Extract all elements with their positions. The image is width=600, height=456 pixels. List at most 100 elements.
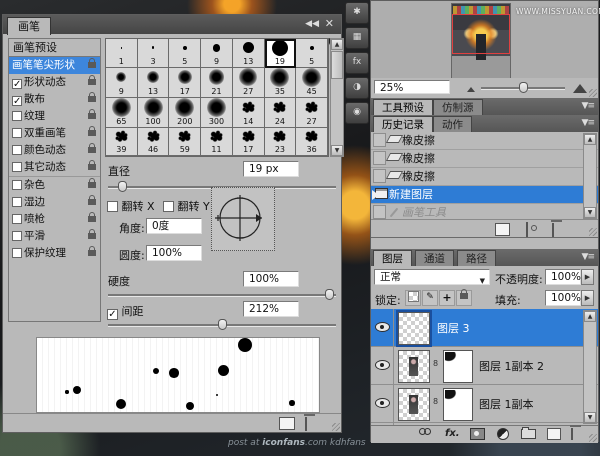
slider-thumb[interactable] [519,82,528,93]
hardness-slider[interactable] [108,289,336,301]
tab-brush[interactable]: 画笔 [7,17,51,35]
brush-setting-item[interactable]: ✓ 形状动态 [9,74,100,91]
fill-spinner[interactable]: ▶ [581,290,594,306]
checkbox[interactable] [12,162,22,172]
brush-preset[interactable]: 19 [264,39,297,68]
checkbox[interactable] [12,128,22,138]
add-layer-mask-button[interactable] [470,428,485,443]
checkbox[interactable] [12,248,22,258]
delete-layer-button[interactable] [571,428,573,440]
new-brush-button[interactable] [279,417,295,430]
tab-tool-presets[interactable]: 工具预设 [373,99,433,116]
opacity-spinner[interactable]: ▶ [581,269,594,285]
checkbox[interactable] [12,145,22,155]
navigator-viewbox[interactable] [452,14,510,54]
navigator-thumbnail[interactable] [451,3,511,79]
tab-history[interactable]: 历史记录 [373,116,433,133]
brush-presets-button[interactable]: 画笔预设 [9,39,100,57]
layer-thumbnail[interactable] [398,388,430,421]
scroll-up-icon[interactable]: ▲ [331,39,343,50]
brush-preset[interactable]: 100 [137,97,170,128]
flip-x-checkbox[interactable]: 翻转 X [107,198,155,214]
checkbox[interactable]: ✓ [12,96,22,107]
blend-mode-select[interactable]: 正常 ▼ [374,269,490,285]
checkbox[interactable] [12,197,22,207]
checkbox[interactable]: ✓ [12,79,22,90]
scrollbar-thumb[interactable] [331,51,343,79]
panel-menu-icon[interactable]: ▼≡ [582,118,596,128]
delete-brush-button[interactable] [305,417,319,431]
brush-setting-item[interactable]: 双重画笔 [9,125,100,142]
brush-setting-item[interactable]: 其它动态 [9,159,100,176]
new-adjustment-layer-button[interactable] [497,428,509,443]
slider-thumb[interactable] [117,181,127,192]
brush-setting-item[interactable]: 画笔笔尖形状 [9,57,100,74]
brush-setting-item[interactable]: ✓ 散布 [9,91,100,108]
brush-preset[interactable]: 9 [201,39,233,68]
panel-menu-icon[interactable]: ▼≡ [582,252,596,262]
history-item[interactable]: 橡皮擦 [371,132,598,150]
brush-setting-item[interactable]: 湿边 [9,194,100,211]
roundness-value[interactable]: 100% [146,245,202,261]
tab-clone-source[interactable]: 仿制源 [433,99,483,116]
history-source-checkbox[interactable] [373,151,386,165]
brush-preset[interactable]: 59 [169,127,202,156]
brush-setting-item[interactable]: 纹理 [9,108,100,125]
tab-channels[interactable]: 通道 [415,250,454,267]
brush-preset[interactable]: 14 [232,97,265,128]
brush-preset[interactable]: 200 [169,97,202,128]
brush-angle-control[interactable] [211,187,275,251]
diameter-value[interactable]: 19 px [243,161,299,177]
hardness-value[interactable]: 100% [243,271,299,287]
brush-preset[interactable]: 39 [106,127,138,156]
brush-preset[interactable]: 17 [169,67,202,98]
brush-preset[interactable]: 11 [201,127,233,156]
slider-thumb[interactable] [218,319,227,330]
checkbox[interactable] [12,111,22,121]
brush-grid-scrollbar[interactable]: ▲ ▼ [330,38,344,157]
resize-grip[interactable] [589,434,597,442]
scroll-up-icon[interactable]: ▲ [584,134,596,145]
tab-actions[interactable]: 动作 [433,116,472,133]
brush-tips-dock-icon[interactable]: ✱ [345,2,369,24]
tab-layers[interactable]: 图层 [373,250,412,267]
scroll-down-icon[interactable]: ▼ [584,412,596,423]
history-item[interactable]: 新建图层 [371,186,598,204]
history-source-checkbox[interactable] [373,205,386,219]
layer-style-button[interactable]: fx. [445,428,460,439]
layer-thumbnail[interactable] [396,310,432,347]
eye-icon[interactable] [375,398,390,408]
layer-styles-dock-icon[interactable]: fx [345,52,369,74]
spacing-value[interactable]: 212% [243,301,299,317]
eye-icon[interactable] [375,322,390,332]
brush-preset[interactable]: 3 [137,39,170,68]
spacing-slider[interactable] [108,319,336,331]
navigator-zoom-slider[interactable] [481,82,565,94]
new-group-button[interactable] [521,426,536,442]
layer-row[interactable]: 图层 3 [371,309,598,347]
zoom-level-input[interactable]: 25% [374,80,450,94]
scroll-down-icon[interactable]: ▼ [331,145,343,156]
slider-thumb[interactable] [325,289,335,300]
history-item[interactable]: 橡皮擦 [371,168,598,186]
zoom-out-icon[interactable] [467,87,475,92]
delete-history-button[interactable] [552,223,566,237]
brush-preset[interactable]: 1 [106,39,138,68]
resize-grip[interactable] [589,228,597,236]
new-snapshot-button[interactable] [526,222,540,237]
lock-all-button[interactable] [456,289,472,306]
layer-mask-thumbnail[interactable] [443,350,473,383]
history-item[interactable]: 橡皮擦 [371,150,598,168]
checkbox[interactable] [12,231,22,241]
brush-setting-item[interactable]: 喷枪 [9,211,100,228]
spacing-checkbox[interactable]: ✓ 间距 [107,303,144,320]
angle-value[interactable]: 0度 [146,218,202,234]
zoom-in-icon[interactable] [573,84,587,93]
brush-preset[interactable]: 5 [296,39,328,68]
layer-mask-thumbnail[interactable] [443,388,473,421]
brush-preset[interactable]: 13 [232,39,265,68]
brush-preset[interactable]: 21 [201,67,233,98]
brush-setting-item[interactable]: 颜色动态 [9,142,100,159]
fill-value[interactable]: 100% [545,290,581,306]
layer-thumbnail[interactable] [398,350,430,383]
